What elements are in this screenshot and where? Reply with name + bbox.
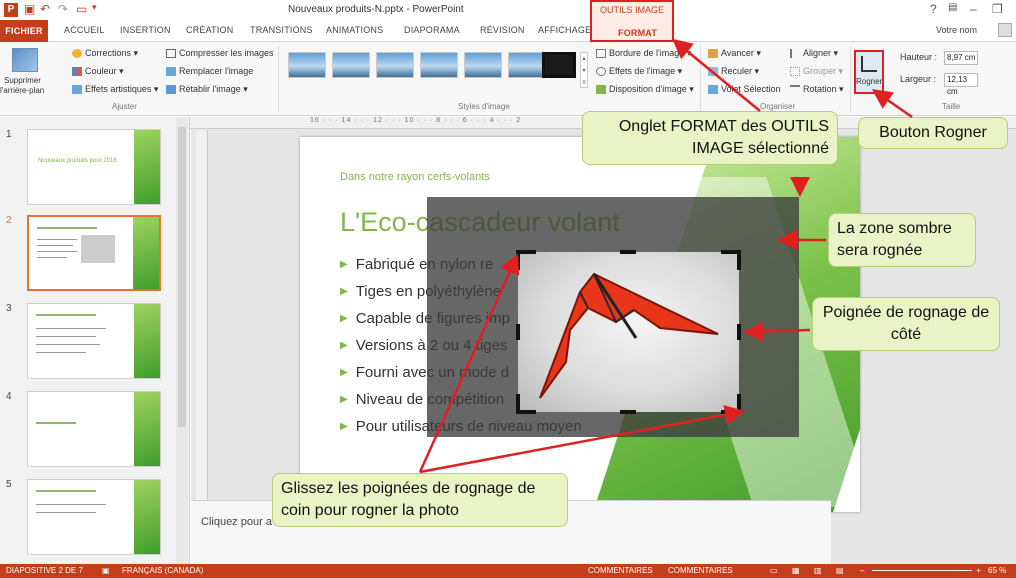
comments-button[interactable]: COMMENTAIRES bbox=[668, 566, 733, 575]
arrow-to-corner-br bbox=[419, 404, 745, 474]
status-bar: DIAPOSITIVE 2 DE 7 ▣ FRANÇAIS (CANADA) C… bbox=[0, 564, 1016, 578]
arrow-to-crop-button bbox=[871, 89, 913, 119]
spellcheck-icon[interactable]: ▣ bbox=[102, 566, 110, 575]
arrow-to-corner-tl bbox=[418, 253, 519, 473]
zoom-level[interactable]: 65 % bbox=[988, 566, 1006, 575]
slide-sorter-icon[interactable]: ▦ bbox=[792, 566, 800, 575]
zoom-slider[interactable] bbox=[872, 570, 972, 571]
slide-counter: DIAPOSITIVE 2 DE 7 bbox=[6, 566, 83, 575]
reading-view-icon[interactable]: ▥ bbox=[814, 566, 822, 575]
slideshow-view-icon[interactable]: ▤ bbox=[836, 566, 844, 575]
arrow-to-format-tab bbox=[672, 38, 761, 112]
normal-view-icon[interactable]: ▭ bbox=[770, 566, 778, 575]
notes-button[interactable]: COMMENTAIRES bbox=[588, 566, 653, 575]
arrow-to-side-handle bbox=[743, 321, 811, 342]
zoom-out-icon[interactable]: – bbox=[860, 566, 864, 575]
language-indicator[interactable]: FRANÇAIS (CANADA) bbox=[122, 566, 203, 575]
zoom-in-icon[interactable]: + bbox=[976, 566, 981, 575]
annotation-arrows bbox=[418, 38, 913, 474]
